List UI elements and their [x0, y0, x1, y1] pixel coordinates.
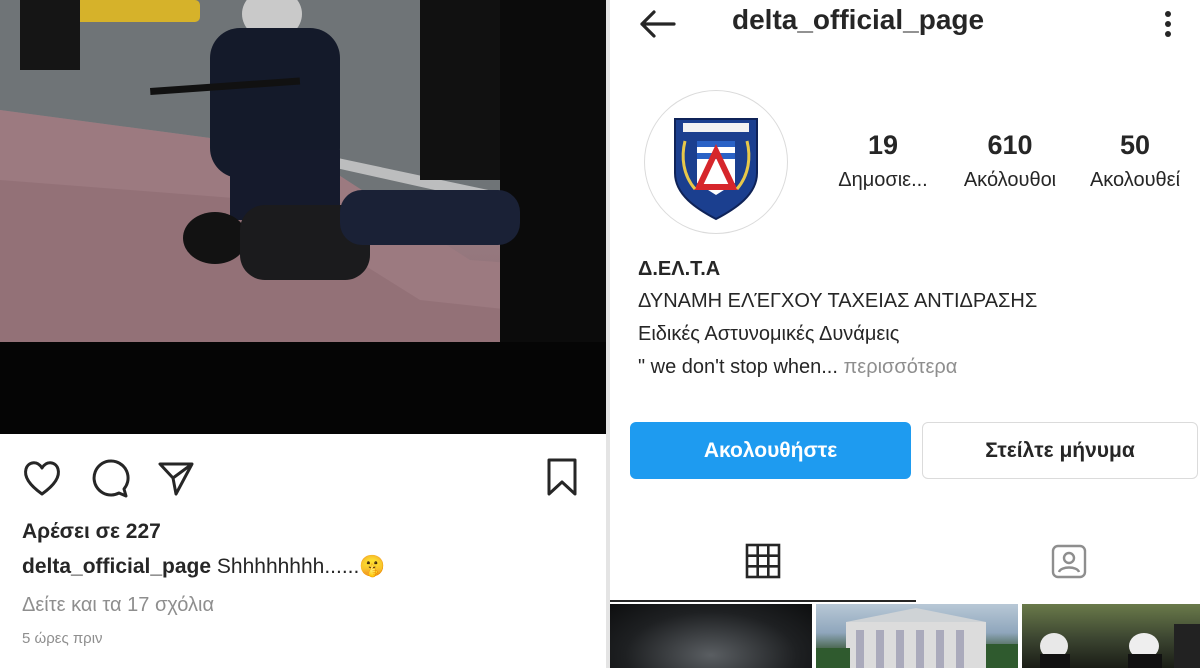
- heart-icon: [24, 461, 60, 496]
- post-caption: delta_official_page Shhhhhhhh......🤫: [22, 555, 386, 579]
- stat-following-label: Ακολουθεί: [1089, 169, 1181, 191]
- active-tab-indicator: [610, 600, 916, 602]
- bio-line-2: Ειδικές Αστυνομικές Δυνάμεις: [638, 323, 900, 345]
- caption-text: Shhhhhhhh......: [216, 555, 360, 578]
- post-photo-illustration: [0, 0, 606, 342]
- like-count[interactable]: Αρέσει σε 227: [22, 520, 161, 544]
- comment-button[interactable]: [88, 456, 132, 500]
- bookmark-icon: [547, 458, 577, 496]
- tab-posts-grid[interactable]: [610, 528, 916, 602]
- share-icon: [158, 462, 194, 496]
- share-button[interactable]: [154, 456, 198, 500]
- stat-followers[interactable]: 610 Ακόλουθοι: [950, 130, 1070, 192]
- tagged-icon: [1051, 544, 1087, 579]
- bio-more-link[interactable]: περισσότερα: [843, 356, 957, 378]
- tab-tagged[interactable]: [916, 528, 1200, 602]
- follow-button[interactable]: Ακολουθήστε: [630, 422, 911, 479]
- thumbnail-building: [816, 608, 1018, 668]
- stat-followers-label: Ακόλουθοι: [963, 169, 1057, 191]
- save-button[interactable]: [540, 456, 584, 500]
- photo-letterbox: [0, 342, 606, 434]
- caption-username[interactable]: delta_official_page: [22, 555, 211, 578]
- grid-thumbnail-2[interactable]: [816, 604, 1018, 668]
- more-vertical-icon: [1165, 11, 1171, 37]
- stat-posts-label: Δημοσιε...: [838, 169, 928, 191]
- post-timestamp: 5 ώρες πριν: [22, 630, 103, 647]
- profile-panel: delta_official_page 19 Δημοσιε... 610 Ακ…: [610, 0, 1200, 668]
- grid-thumbnail-1[interactable]: [610, 604, 812, 668]
- comment-icon: [92, 459, 130, 498]
- grid-thumbnail-3[interactable]: [1022, 604, 1200, 668]
- stat-posts[interactable]: 19 Δημοσιε...: [828, 130, 938, 192]
- more-options-button[interactable]: [1158, 6, 1178, 42]
- bio-line-3: " we don't stop when... περισσότερα: [638, 356, 957, 379]
- like-button[interactable]: [20, 456, 64, 500]
- stat-following[interactable]: 50 Ακολουθεί: [1076, 130, 1194, 192]
- view-comments-link[interactable]: Δείτε και τα 17 σχόλια: [22, 594, 214, 617]
- thumbnail-motorcyclists: [1040, 624, 1200, 668]
- post-photo[interactable]: [0, 0, 606, 342]
- message-button[interactable]: Στείλτε μήνυμα: [922, 422, 1198, 479]
- bio-display-name: Δ.ΕΛ.Τ.Α: [638, 258, 721, 280]
- grid-icon: [745, 543, 781, 579]
- delta-shield-logo: [674, 118, 758, 221]
- back-button[interactable]: [638, 4, 678, 44]
- caption-emoji: 🤫: [359, 555, 386, 578]
- profile-avatar[interactable]: [644, 90, 788, 234]
- stat-following-count: 50: [1119, 130, 1151, 160]
- bio-line-1: ΔΥΝΑΜΗ ΕΛΈΓΧΟΥ ΤΑΧΕΙΑΣ ΑΝΤΙΔΡΑΣΗΣ: [638, 290, 1038, 312]
- arrow-left-icon: [640, 10, 676, 38]
- bio-line-3-text: " we don't stop when...: [638, 356, 838, 378]
- post-panel: Αρέσει σε 227 delta_official_page Shhhhh…: [0, 0, 606, 668]
- profile-username: delta_official_page: [732, 4, 985, 35]
- stat-posts-count: 19: [867, 130, 899, 160]
- stat-followers-count: 610: [987, 130, 1033, 160]
